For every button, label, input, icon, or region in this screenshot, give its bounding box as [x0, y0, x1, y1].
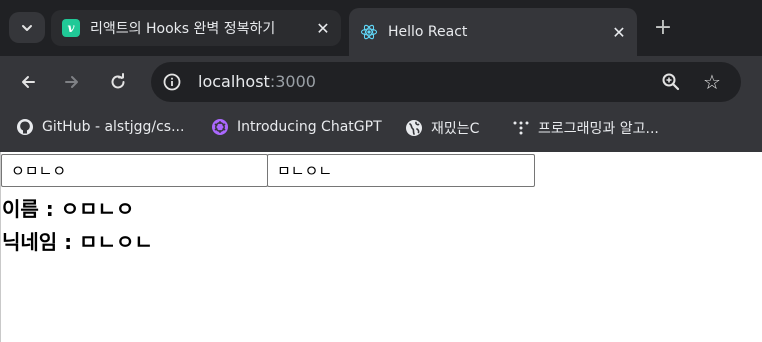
- velog-icon: v: [62, 19, 80, 37]
- bookmark-label: Introducing ChatGPT: [237, 119, 382, 135]
- tab-search-button[interactable]: [9, 12, 45, 43]
- name-display: 이름 : ㅇㅁㄴㅇ: [2, 193, 134, 222]
- nickname-display: 닉네임 : ㅁㄴㅇㄴ: [2, 226, 153, 255]
- bookmark-label: 재밌는C: [431, 121, 480, 137]
- nickname-input[interactable]: [267, 154, 535, 187]
- forward-button[interactable]: [59, 69, 85, 95]
- tab-strip: v 리액트의 Hooks 완벽 정복하기 ✕ Hello React ✕ +: [0, 0, 762, 56]
- info-icon[interactable]: [163, 73, 181, 91]
- reload-icon: [111, 73, 125, 89]
- openai-icon: [211, 118, 229, 136]
- arrow-right-icon: [65, 76, 78, 88]
- arrow-left-icon: [22, 76, 35, 88]
- bookmark-fun-c[interactable]: 재밌는C: [405, 118, 479, 138]
- globe-icon: [405, 119, 423, 137]
- zoom-icon[interactable]: [661, 72, 681, 92]
- url-host: localhost: [198, 72, 270, 91]
- tab-hooks-article[interactable]: v 리액트의 Hooks 완벽 정복하기 ✕: [51, 10, 341, 46]
- nickname-label: 닉네임 :: [2, 230, 73, 254]
- bookmark-chatgpt[interactable]: Introducing ChatGPT: [211, 118, 382, 136]
- tab-title: 리액트의 Hooks 완벽 정복하기: [90, 21, 276, 37]
- reload-button[interactable]: [105, 69, 131, 95]
- dots-icon: [512, 119, 530, 137]
- nickname-value: ㅁㄴㅇㄴ: [79, 230, 153, 254]
- bookmark-label: GitHub - alstjgg/cs...: [42, 119, 185, 135]
- address-bar[interactable]: localhost:3000 ☆: [151, 62, 741, 102]
- page-content: 이름 : ㅇㅁㄴㅇ 닉네임 : ㅁㄴㅇㄴ: [0, 152, 762, 342]
- name-input[interactable]: [1, 154, 268, 187]
- tab-title: Hello React: [388, 24, 468, 40]
- bookmarks-bar: GitHub - alstjgg/cs... Introducing ChatG…: [0, 106, 762, 152]
- chevron-down-icon: [22, 24, 32, 31]
- toolbar: localhost:3000 ☆: [0, 56, 762, 106]
- name-value: ㅇㅁㄴㅇ: [60, 197, 135, 221]
- browser-chrome: v 리액트의 Hooks 완벽 정복하기 ✕ Hello React ✕ + l…: [0, 0, 762, 152]
- tab-hello-react[interactable]: Hello React ✕: [349, 8, 637, 56]
- url-port: :3000: [269, 72, 316, 91]
- name-label: 이름 :: [2, 197, 54, 221]
- back-button[interactable]: [15, 69, 41, 95]
- new-tab-button[interactable]: +: [650, 14, 676, 40]
- bookmark-github[interactable]: GitHub - alstjgg/cs...: [16, 118, 184, 136]
- bookmark-label: 프로그래밍과 알고...: [538, 121, 659, 137]
- star-icon[interactable]: ☆: [701, 71, 723, 93]
- bookmark-programming[interactable]: 프로그래밍과 알고...: [512, 118, 659, 138]
- url-text[interactable]: localhost:3000: [198, 72, 316, 91]
- react-icon: [360, 23, 378, 41]
- github-icon: [16, 118, 34, 136]
- close-icon[interactable]: ✕: [311, 16, 335, 40]
- close-icon[interactable]: ✕: [607, 20, 631, 44]
